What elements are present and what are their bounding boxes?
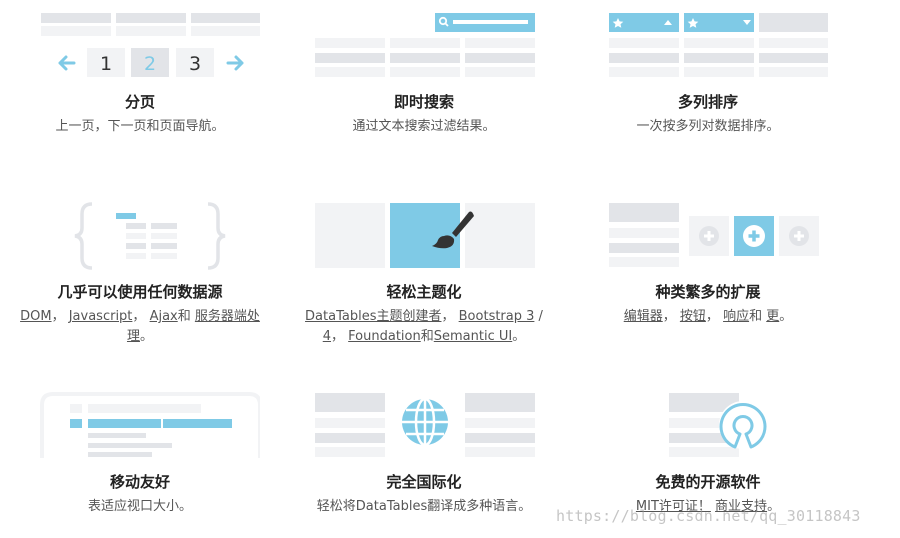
- feature-description: 编辑器， 按钮， 响应和 更。: [578, 307, 838, 327]
- feature-description: 一次按多列对数据排序。: [636, 119, 780, 134]
- feature-title: 免费的开源软件: [655, 473, 761, 491]
- page-3[interactable]: 3: [189, 53, 201, 75]
- feature-multi-column-sort: 多列排序 一次按多列对数据排序。: [578, 10, 838, 137]
- feature-title: 完全国际化: [386, 473, 462, 491]
- sentence-end: 。: [512, 329, 526, 344]
- feature-theming: 轻松主题化 DataTables主题创建者， Bootstrap 3 / 4， …: [294, 200, 554, 347]
- pagination-icon: 1 2 3: [41, 13, 260, 77]
- link-theme-creator[interactable]: DataTables主题创建者: [305, 309, 441, 324]
- responsive-device-icon: [40, 392, 260, 458]
- conjunction: 和: [420, 329, 434, 344]
- separator: ，: [705, 309, 719, 324]
- page-1[interactable]: 1: [100, 53, 112, 75]
- previous-arrow-icon[interactable]: [58, 55, 76, 71]
- separator: ，: [51, 309, 65, 324]
- extensions-plus-icon: [609, 203, 819, 267]
- link-bootstrap-4[interactable]: 4: [323, 329, 331, 344]
- instant-search-icon: [315, 13, 535, 77]
- feature-title: 几乎可以使用任何数据源: [57, 283, 223, 301]
- separator: ，: [662, 309, 676, 324]
- paint-brush-icon: [315, 203, 535, 268]
- conjunction: 和: [749, 309, 763, 324]
- link-buttons[interactable]: 按钮: [680, 309, 706, 324]
- feature-title: 移动友好: [109, 473, 170, 491]
- feature-mobile-friendly: 移动友好 表适应视口大小。: [10, 390, 270, 517]
- link-foundation[interactable]: Foundation: [348, 329, 421, 344]
- watermark: https://blog.csdn.net/qq_30118843: [556, 507, 861, 525]
- link-javascript[interactable]: Javascript: [69, 309, 133, 324]
- feature-description: 通过文本搜索过滤结果。: [352, 119, 496, 134]
- link-ajax[interactable]: Ajax: [150, 309, 178, 324]
- data-source-braces-icon: [74, 202, 226, 270]
- separator: ，: [441, 309, 455, 324]
- feature-data-sources: 几乎可以使用任何数据源 DOM， Javascript， Ajax和 服务器端处…: [10, 200, 270, 347]
- feature-internationalisation: 完全国际化 轻松将DataTables翻译成多种语言。: [294, 390, 554, 517]
- globe-icon: [315, 393, 535, 457]
- feature-title: 多列排序: [677, 93, 738, 111]
- conjunction: 和: [177, 309, 191, 324]
- feature-instant-search: 即时搜索 通过文本搜索过滤结果。: [294, 10, 554, 137]
- link-dom[interactable]: DOM: [20, 309, 51, 324]
- feature-title: 种类繁多的扩展: [655, 283, 761, 301]
- link-bootstrap-3[interactable]: Bootstrap 3: [459, 309, 535, 324]
- feature-description: DOM， Javascript， Ajax和 服务器端处理。: [10, 307, 270, 347]
- feature-pagination: 1 2 3 分页 上一页，下一页和页面导航。: [10, 10, 270, 137]
- multi-column-sort-icon: [609, 13, 828, 77]
- next-arrow-icon[interactable]: [226, 55, 244, 71]
- open-source-icon: [669, 393, 767, 457]
- separator: ，: [132, 309, 146, 324]
- feature-description: DataTables主题创建者， Bootstrap 3 / 4， Founda…: [294, 307, 554, 347]
- page-2[interactable]: 2: [144, 53, 156, 75]
- feature-description: 轻松将DataTables翻译成多种语言。: [316, 499, 532, 514]
- sentence-end: 。: [779, 309, 793, 324]
- feature-description: 表适应视口大小。: [87, 499, 192, 514]
- feature-title: 轻松主题化: [386, 283, 462, 301]
- separator: ，: [331, 329, 345, 344]
- link-editor[interactable]: 编辑器: [624, 309, 663, 324]
- feature-extensions: 种类繁多的扩展 编辑器， 按钮， 响应和 更。: [578, 200, 838, 327]
- feature-title: 分页: [124, 93, 155, 111]
- feature-title: 即时搜索: [393, 93, 454, 111]
- link-more[interactable]: 更: [766, 309, 779, 324]
- feature-description: 上一页，下一页和页面导航。: [55, 119, 225, 134]
- link-semantic-ui[interactable]: Semantic UI: [434, 329, 512, 344]
- sentence-end: 。: [140, 329, 154, 344]
- link-responsive[interactable]: 响应: [723, 309, 749, 324]
- feature-open-source: 免费的开源软件 MIT许可证！ 商业支持。: [578, 390, 838, 517]
- slash: /: [538, 309, 543, 324]
